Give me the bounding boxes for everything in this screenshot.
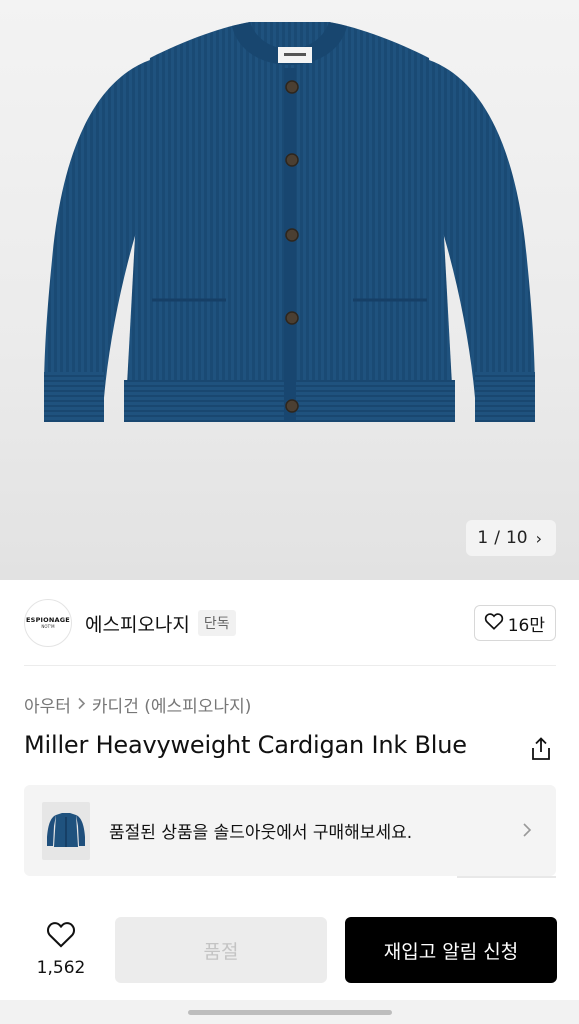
chevron-right-icon [522, 819, 532, 843]
total-pages: 10 [505, 528, 528, 548]
share-icon[interactable] [529, 736, 553, 766]
brand-row: ESPIONAGE NOT'M 에스피오나지 단독 16만 [24, 598, 556, 648]
breadcrumb-category[interactable]: 아우터 [24, 692, 71, 717]
heart-icon [45, 920, 77, 952]
brand-name[interactable]: 에스피오나지 [85, 610, 190, 637]
soldout-banner-text: 품절된 상품을 솔드아웃에서 구매해보세요. [109, 823, 413, 843]
current-page: 1 [477, 528, 489, 548]
chevron-right-icon [77, 695, 86, 715]
chevron-right-icon: › [535, 528, 542, 548]
wishlist-button[interactable]: 1,562 [30, 920, 92, 978]
home-indicator[interactable] [188, 1010, 392, 1015]
brand-logo-subtext: NOT'M [41, 624, 55, 629]
breadcrumb: 아우터 카디건 (에스피오나지) [24, 692, 251, 717]
product-title: Miller Heavyweight Cardigan Ink Blue [24, 731, 467, 759]
heart-icon [484, 612, 504, 635]
restock-alert-button[interactable]: 재입고 알림 신청 [345, 917, 557, 983]
breadcrumb-subcategory[interactable]: 카디건 (에스피오나지) [92, 692, 251, 717]
brand-logo[interactable]: ESPIONAGE NOT'M [24, 599, 72, 647]
brand-logo-text: ESPIONAGE [26, 616, 70, 624]
divider [457, 876, 556, 878]
product-image-gallery[interactable]: 1 / 10 › [0, 0, 579, 580]
home-indicator-area [0, 1000, 579, 1024]
divider [24, 665, 556, 666]
product-image [44, 22, 535, 422]
banner-product-thumbnail [42, 801, 90, 860]
brand-like-count: 16만 [507, 615, 545, 636]
bottom-action-bar: 1,562 품절 재입고 알림 신청 [0, 900, 579, 1000]
brand-like-button[interactable]: 16만 [473, 605, 556, 641]
soldout-banner[interactable]: 품절된 상품을 솔드아웃에서 구매해보세요. [24, 785, 556, 876]
image-page-indicator[interactable]: 1 / 10 › [466, 520, 556, 556]
sold-out-button[interactable]: 품절 [115, 917, 327, 983]
wishlist-count: 1,562 [36, 958, 86, 978]
exclusive-badge: 단독 [197, 610, 236, 636]
page-separator: / [494, 528, 500, 548]
